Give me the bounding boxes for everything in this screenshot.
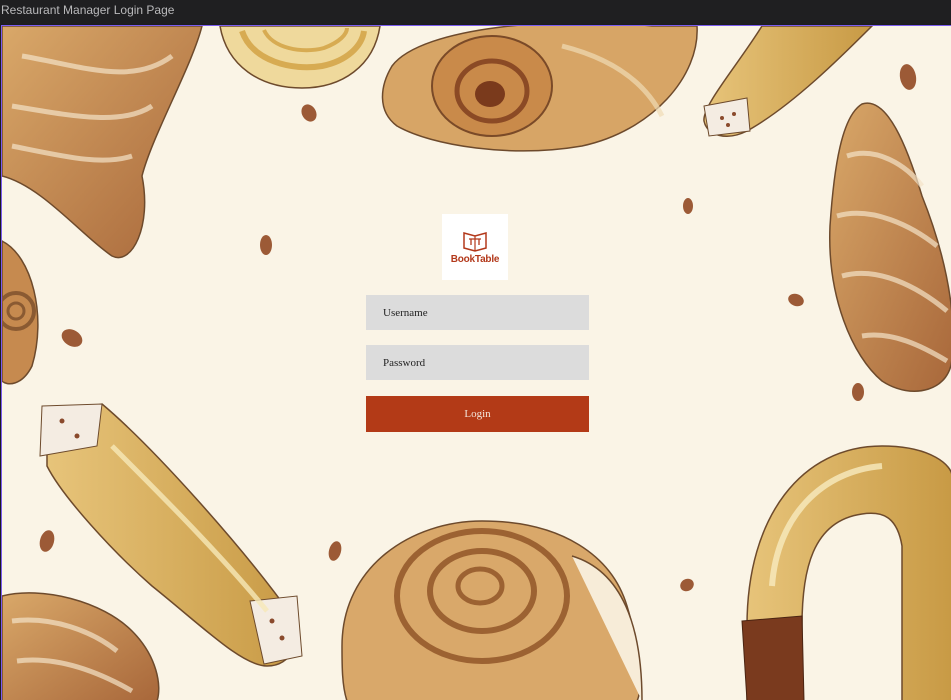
window-title: Restaurant Manager Login Page [0, 0, 951, 24]
login-button[interactable]: Login [366, 396, 589, 432]
login-page: BookTable Login [1, 25, 951, 700]
brand-name: BookTable [450, 253, 500, 265]
cinnamon-roll-top [381, 26, 698, 152]
spiral-roll-top [219, 26, 381, 89]
churro-top-right [703, 26, 874, 137]
username-input[interactable] [366, 295, 589, 330]
croissant-right [829, 102, 951, 392]
churro-arc-bottom-right [741, 445, 951, 700]
cinnamon-roll-bottom [341, 520, 643, 700]
password-input[interactable] [366, 345, 589, 380]
croissant-top-left [2, 26, 203, 259]
booktable-logo: BookTable [442, 214, 508, 280]
croissant-bottom-left [2, 592, 160, 700]
roll-left [2, 240, 39, 385]
book-table-icon [463, 231, 487, 252]
